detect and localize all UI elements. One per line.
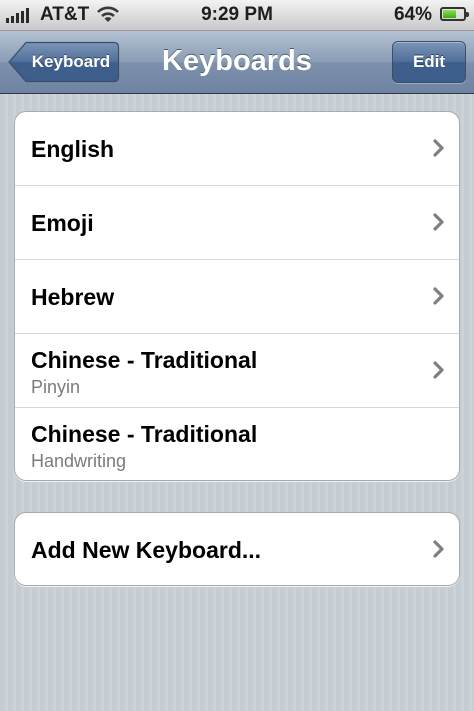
keyboard-row-english[interactable]: English (15, 112, 459, 186)
navigation-bar: Keyboard Keyboards Edit (0, 31, 474, 94)
keyboard-row-hebrew[interactable]: Hebrew (15, 260, 459, 334)
chevron-right-icon (433, 287, 444, 305)
battery-percentage: 64% (393, 4, 432, 25)
edit-button[interactable]: Edit (392, 41, 466, 83)
battery-level (443, 10, 456, 18)
keyboard-name: Hebrew (31, 284, 115, 310)
keyboard-row-emoji[interactable]: Emoji (15, 186, 459, 260)
chevron-right-icon (433, 213, 444, 231)
status-bar: AT&T 9:29 PM 64% (0, 0, 474, 31)
chevron-right-icon (433, 540, 444, 558)
keyboard-row-chinese-handwriting[interactable]: Chinese - Traditional Handwriting (15, 408, 459, 480)
keyboard-name: Chinese - Traditional (31, 347, 258, 373)
keyboard-layout: Handwriting (31, 451, 127, 471)
chevron-right-icon (433, 361, 444, 379)
edit-button-label: Edit (412, 52, 446, 71)
add-new-keyboard-row[interactable]: Add New Keyboard... (15, 513, 459, 585)
keyboard-name: English (31, 136, 115, 162)
chevron-right-icon (433, 139, 444, 157)
battery-icon (440, 7, 469, 21)
keyboard-layout: Pinyin (31, 377, 81, 397)
keyboard-name: Emoji (31, 210, 94, 236)
keyboard-row-chinese-pinyin[interactable]: Chinese - Traditional Pinyin (15, 334, 459, 408)
keyboards-list: English Emoji Hebrew Chinese - Tradition… (14, 111, 460, 481)
keyboard-name: Chinese - Traditional (31, 421, 258, 447)
add-keyboard-group: Add New Keyboard... (14, 512, 460, 586)
add-new-keyboard-label: Add New Keyboard... (31, 537, 262, 563)
